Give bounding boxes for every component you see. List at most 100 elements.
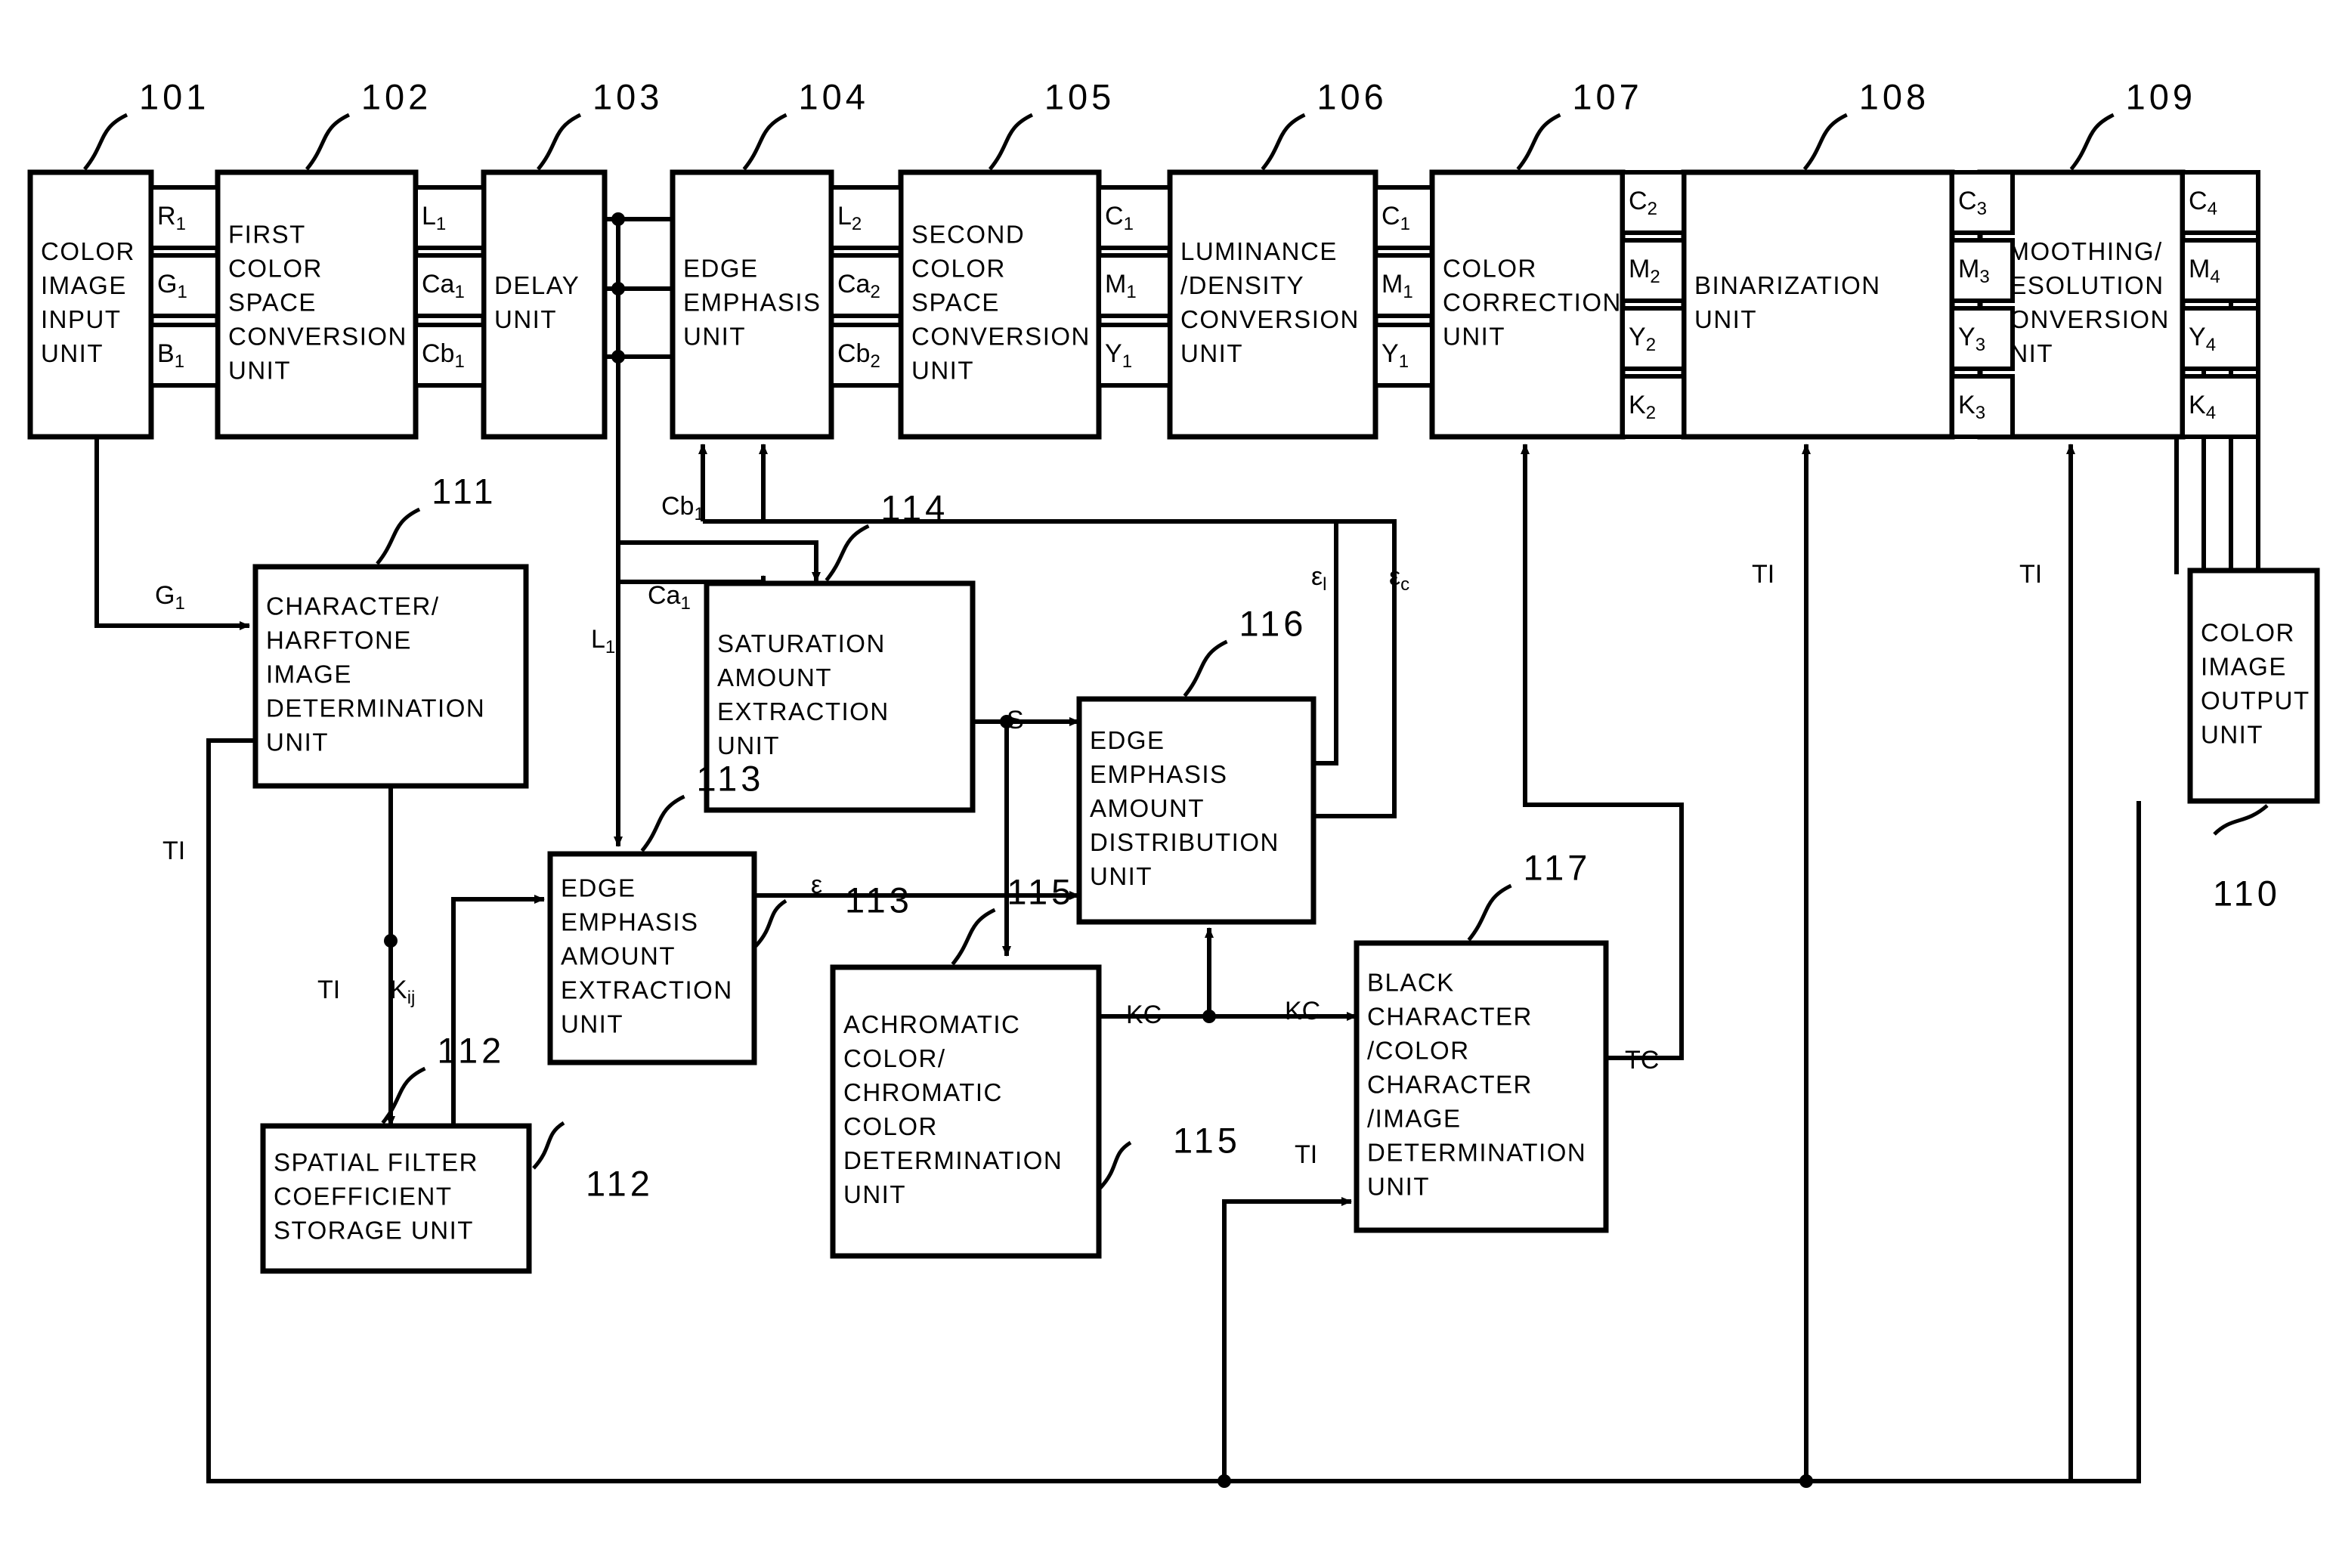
ref-114: 114 — [825, 487, 948, 582]
block-label-line: UNIT — [41, 339, 104, 367]
ref-number: 112 — [437, 1030, 505, 1070]
block-label-line: EDGE — [683, 255, 759, 283]
ref-leader — [754, 898, 787, 948]
signal-label: Kij — [390, 976, 415, 1008]
ref-115: 115 — [951, 871, 1071, 966]
signal-TI-109: TI — [2019, 560, 2042, 589]
signal-label: TI — [317, 976, 340, 1004]
ref-number: 104 — [799, 76, 869, 116]
block-label-line: EMPHASIS — [561, 908, 699, 936]
ref-leader — [951, 908, 996, 966]
signal-label: TI — [1752, 560, 1774, 589]
port-R1: R1 — [149, 185, 220, 250]
ref-leader — [1516, 113, 1561, 171]
port-M1b: M1 — [1373, 253, 1434, 318]
ref-leader — [1261, 113, 1306, 171]
port-L1: L1 — [413, 185, 486, 250]
ref-number: 105 — [1044, 76, 1115, 116]
signal-label: TI — [162, 837, 185, 865]
block-label-line: UNIT — [1443, 323, 1505, 351]
port-C3: C3 — [1950, 170, 2015, 235]
port-K3: K3 — [1950, 374, 2015, 439]
ref-106: 106 — [1261, 76, 1384, 171]
port-Ca2: Ca2 — [829, 253, 903, 318]
block-label-line: CONVERSION — [1180, 305, 1360, 333]
ref-leader — [2213, 804, 2269, 836]
signal-label: Cb1 — [661, 492, 704, 524]
block-label-line: UNIT — [1367, 1173, 1430, 1201]
block-label-line: SPACE — [228, 289, 317, 317]
signal-label: S — [1007, 706, 1024, 735]
ref-115: 115 — [1099, 1120, 1237, 1189]
signal-G1-left: G1 — [155, 581, 185, 614]
signal-eps-i: εl — [1311, 562, 1327, 595]
signal-TC: TC — [1625, 1046, 1659, 1075]
block-label-line: /IMAGE — [1367, 1105, 1462, 1133]
block-first-color-space-conversion-unit: FIRST COLOR SPACE CONVERSION UNIT — [215, 169, 419, 440]
port-C4: C4 — [2180, 170, 2260, 235]
signal-label: εl — [1311, 562, 1327, 595]
block-label-line: EXTRACTION — [561, 976, 733, 1004]
ref-number: 108 — [1859, 76, 1929, 116]
block-label-line: UNIT — [1694, 305, 1757, 333]
ref-number: 113 — [697, 758, 765, 798]
signal-label: ε — [811, 871, 822, 899]
block-label-line: AMOUNT — [1090, 794, 1205, 822]
block-label-line: IMAGE — [266, 660, 352, 688]
block-label-line: RESOLUTION — [1991, 271, 2164, 299]
diagram-canvas: COLOR IMAGE INPUT UNIT FIRST COLOR SPACE CONVER… — [27, 76, 2320, 1488]
signal-label: Ca1 — [648, 581, 691, 614]
ref-number: 107 — [1572, 76, 1642, 116]
port-K4: K4 — [2180, 374, 2260, 439]
ref-leader — [825, 524, 870, 582]
ref-110: 110 — [2213, 804, 2277, 913]
port-Ca1: Ca1 — [413, 253, 486, 318]
block-label-line: DISTRIBUTION — [1090, 828, 1279, 856]
ref-leader — [1183, 639, 1228, 697]
block-label-line: UNIT — [717, 731, 780, 759]
block-label-line: UNIT — [266, 728, 329, 756]
signal-L1-mid: L1 — [591, 625, 615, 657]
ref-leader — [376, 507, 421, 565]
block-label-line: IMAGE — [41, 271, 127, 299]
block-label-line: OUTPUT — [2201, 687, 2310, 715]
block-label-line: UNIT — [1180, 339, 1243, 367]
ref-number: 103 — [593, 76, 663, 116]
signal-label: G1 — [155, 581, 185, 614]
block-label-line: UNIT — [843, 1180, 906, 1208]
signal-label: L1 — [591, 625, 615, 657]
ref-101: 101 — [83, 76, 206, 171]
ref-107: 107 — [1516, 76, 1642, 171]
block-label-line: SATURATION — [717, 629, 886, 657]
ref-number: 114 — [880, 487, 948, 527]
port-M3: M3 — [1950, 238, 2015, 303]
block-label-line: COLOR/ — [843, 1044, 946, 1072]
block-label-line: UNIT — [561, 1010, 623, 1038]
signal-epsilon: ε — [811, 871, 822, 899]
block-edge-emphasis-unit: EDGE EMPHASIS UNIT — [670, 169, 834, 440]
block-label-line: DELAY — [494, 271, 580, 299]
ref-leader — [532, 1121, 565, 1170]
ref-104: 104 — [742, 76, 869, 171]
port-M4: M4 — [2180, 238, 2260, 303]
block-label-line: COEFFICIENT — [274, 1183, 453, 1211]
ref-number: 116 — [1239, 603, 1307, 643]
ref-112: 112 — [381, 1030, 505, 1124]
signal-Ca1-mid: Ca1 — [648, 581, 691, 614]
block-label-line: COLOR — [41, 237, 135, 265]
port-C1a: C1 — [1097, 185, 1172, 250]
ref-109: 109 — [2069, 76, 2192, 171]
block-label-line: CHARACTER — [1367, 1071, 1533, 1099]
block-label-line: EDGE — [1090, 726, 1165, 754]
port-G1: G1 — [149, 253, 220, 318]
signal-KC-2: KC — [1285, 997, 1320, 1025]
port-K2: K2 — [1620, 374, 1686, 439]
block-label-line: DETERMINATION — [1367, 1139, 1586, 1167]
port-Y1a: Y1 — [1097, 323, 1172, 388]
block-label-line: CHARACTER — [1367, 1003, 1533, 1031]
block-label-line: EDGE — [561, 874, 636, 902]
signal-TI-115: TI — [1295, 1140, 1317, 1169]
block-label-line: UNIT — [1090, 862, 1153, 890]
block-label-line: CORRECTION — [1443, 289, 1622, 317]
block-label-line: UNIT — [228, 357, 291, 385]
